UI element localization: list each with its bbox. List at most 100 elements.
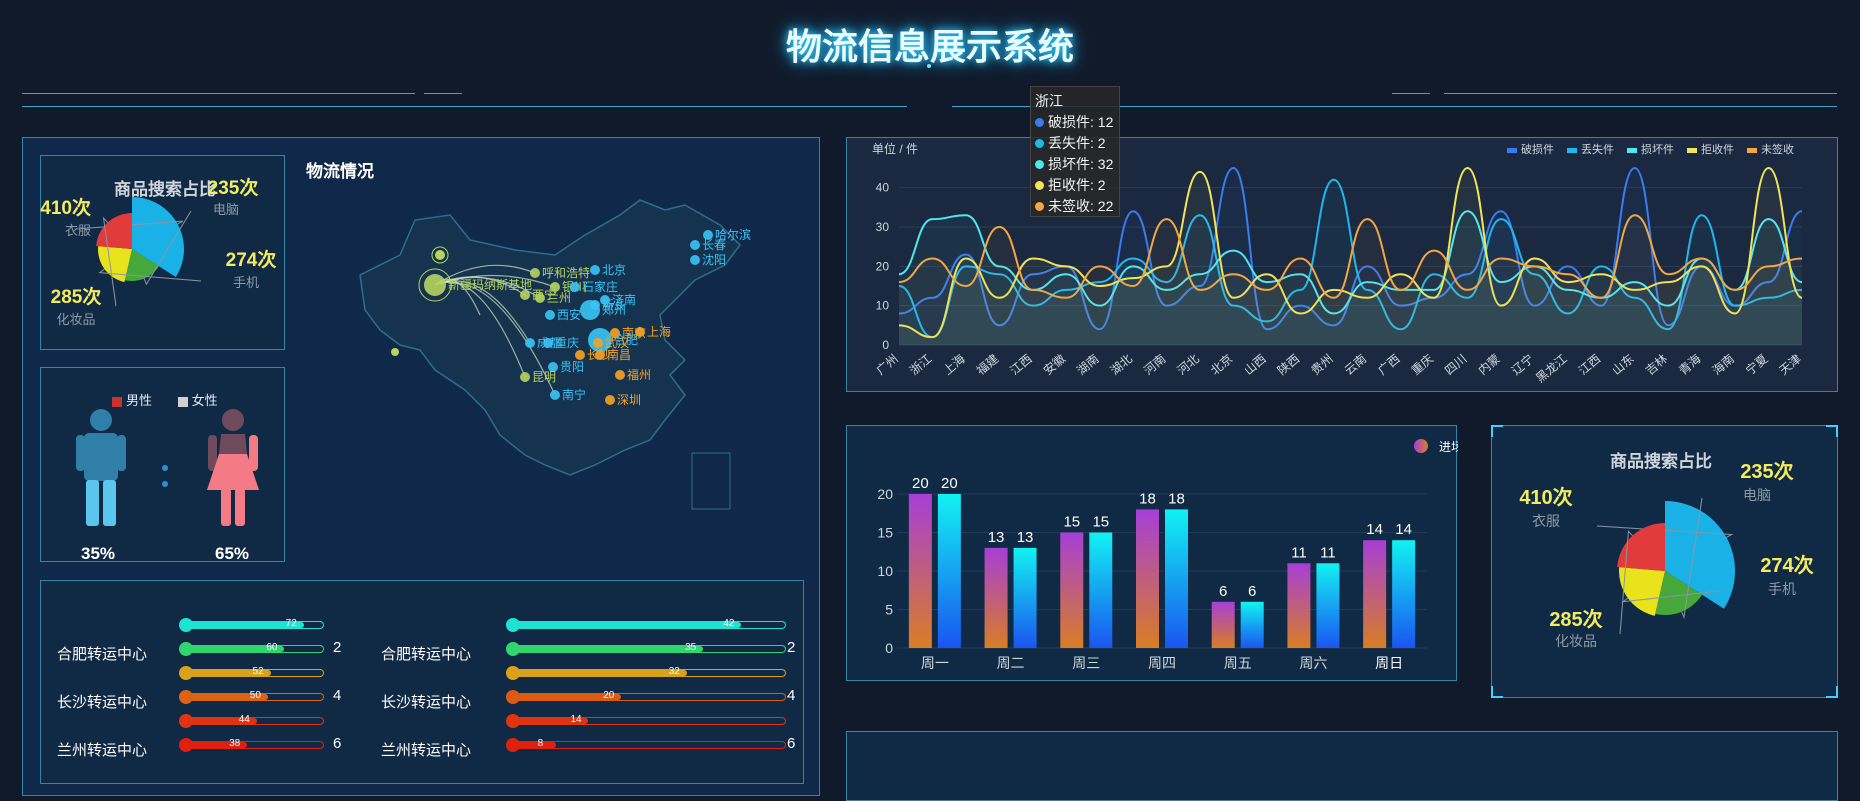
pie-slice xyxy=(1617,523,1665,571)
legend-label: 破损件 xyxy=(1521,142,1554,156)
progress-track: 38 xyxy=(179,738,324,752)
bar-data-label: 14 xyxy=(1366,521,1383,538)
progress-track: 52 xyxy=(179,666,324,680)
map-city-label: 呼和浩特 xyxy=(542,265,590,280)
female-percentage: 65% xyxy=(215,544,250,563)
map-city-point xyxy=(690,240,700,250)
damage-line-chart: 单位 / 件010203040广州 浙江 上海 福建 江西 安徽 湖南 湖北 河南 河北 北京 山西陕… xyxy=(872,141,1804,385)
legend-swatch xyxy=(1627,148,1637,153)
progress-value: 50 xyxy=(249,690,261,701)
transfer-rank: 2 xyxy=(787,639,796,656)
x-tick-label: 北京 xyxy=(1208,352,1235,378)
progress-knob xyxy=(506,642,520,656)
female-figure-icon xyxy=(207,409,259,526)
pie-count-label: 285次 xyxy=(1549,607,1602,631)
bar xyxy=(937,494,961,648)
tooltip-row: 未签收: 22 xyxy=(1035,196,1115,217)
pie-name-label: 手机 xyxy=(233,275,259,290)
progress-value: 52 xyxy=(252,666,264,677)
x-tick-label: 海南 xyxy=(1709,351,1737,378)
progress-track: 72 xyxy=(179,618,324,632)
progress-fill xyxy=(512,670,687,676)
gender-panel: 男性 女性 35% 65% xyxy=(40,367,285,563)
y-tick-label: 20 xyxy=(876,259,890,273)
small-pie-chart: 商品搜索占比 410次衣服 235次电脑 274次手机 285次化妆品 xyxy=(40,176,277,327)
bar xyxy=(1316,563,1340,648)
transfer-rank: 4 xyxy=(787,687,796,704)
pie-count-label: 235次 xyxy=(208,176,259,199)
transfer-rank: 6 xyxy=(333,735,342,752)
map-title: 物流情况 xyxy=(306,162,374,181)
x-tick-label: 天津 xyxy=(1777,352,1804,378)
progress-value: 60 xyxy=(266,642,278,653)
progress-value: 72 xyxy=(285,618,297,629)
progress-knob xyxy=(506,690,520,704)
tooltip-row: 损坏件: 32 xyxy=(1035,154,1115,175)
legend-label: 未签收 xyxy=(1761,142,1794,156)
x-tick-label: 周五 xyxy=(1224,655,1252,671)
y-tick-label: 5 xyxy=(885,602,893,618)
pie-count-label: 274次 xyxy=(226,248,277,271)
large-pie-title: 商品搜索占比 xyxy=(1610,451,1712,471)
legend-swatch xyxy=(1747,148,1757,153)
legend-label: 拒收件 xyxy=(1701,142,1734,156)
transfer-progress-panel: 合肥转运中心 2 长沙转运中心 4 兰州转运中心 6 72 60 52 50 44 38 合肥转运中心… xyxy=(40,580,804,784)
large-pie-panel: 商品搜索占比 410次 衣服 235次 电脑 274次 手机 285次 化妆品 xyxy=(1491,425,1838,698)
map-city-point xyxy=(525,338,535,348)
progress-track: 42 xyxy=(506,618,786,632)
y-tick-label: 40 xyxy=(876,181,890,195)
x-tick-label: 广西 xyxy=(1375,352,1402,378)
bar xyxy=(1165,509,1188,648)
pie-name-label: 电脑 xyxy=(1743,487,1771,503)
bar-data-label: 13 xyxy=(988,529,1005,546)
map-city-label: 贵阳 xyxy=(560,360,584,374)
legend-swatch xyxy=(1687,148,1697,153)
legend-label: 损坏件 xyxy=(1641,142,1674,156)
bar-data-label: 14 xyxy=(1395,521,1412,538)
pie-count-label: 410次 xyxy=(1519,485,1572,509)
bar xyxy=(1240,601,1264,648)
progress-knob xyxy=(506,666,520,680)
transfer-center-label: 长沙转运中心 xyxy=(381,694,472,711)
y-tick-label: 10 xyxy=(877,563,893,579)
progress-knob xyxy=(179,618,193,632)
progress-knob xyxy=(179,666,193,680)
bar xyxy=(1136,509,1159,648)
x-tick-label: 福建 xyxy=(973,351,1001,378)
male-legend-swatch xyxy=(112,396,122,407)
progress-value: 8 xyxy=(537,738,544,749)
x-tick-label: 湖北 xyxy=(1107,351,1135,378)
x-tick-label: 湖南 xyxy=(1074,351,1102,378)
map-city-point xyxy=(543,338,553,348)
progress-value: 32 xyxy=(668,666,680,677)
y-tick-label: 15 xyxy=(877,525,893,541)
pie-count-label: 274次 xyxy=(1760,553,1813,577)
progress-knob xyxy=(179,738,193,752)
x-tick-label: 贵州 xyxy=(1308,352,1335,378)
south-sea-inset xyxy=(691,452,731,510)
progress-knob xyxy=(179,642,193,656)
progress-knob xyxy=(506,738,520,752)
x-tick-label: 周一 xyxy=(921,655,949,671)
bar-data-label: 20 xyxy=(941,475,958,492)
map-city-point xyxy=(615,370,625,380)
weekly-bar-chart: 进场 0 5 10 15 20 20 20 周一 13 13 周二 15 15 周三 18 18 周四 6 6 周五 11… xyxy=(877,439,1458,671)
gender-separator-dots xyxy=(162,465,168,491)
title-dot xyxy=(927,64,931,68)
progress-track: 14 xyxy=(506,714,786,728)
small-pie-title: 商品搜索占比 xyxy=(114,179,216,199)
x-tick-label: 宁夏 xyxy=(1742,351,1770,378)
map-city-label: 北京 xyxy=(602,263,626,277)
bar-data-label: 6 xyxy=(1248,583,1256,600)
y-tick-label: 10 xyxy=(876,299,890,313)
x-tick-label: 浙江 xyxy=(907,352,934,378)
x-tick-label: 山西 xyxy=(1241,352,1268,378)
header-rule-left-3 xyxy=(22,106,907,107)
x-tick-label: 辽宁 xyxy=(1508,351,1536,378)
progress-value: 14 xyxy=(570,714,582,725)
progress-value: 35 xyxy=(685,642,697,653)
pie-name-label: 化妆品 xyxy=(1555,633,1597,649)
progress-fill xyxy=(512,622,742,628)
map-city-point xyxy=(590,300,600,310)
map-city-point xyxy=(605,395,615,405)
